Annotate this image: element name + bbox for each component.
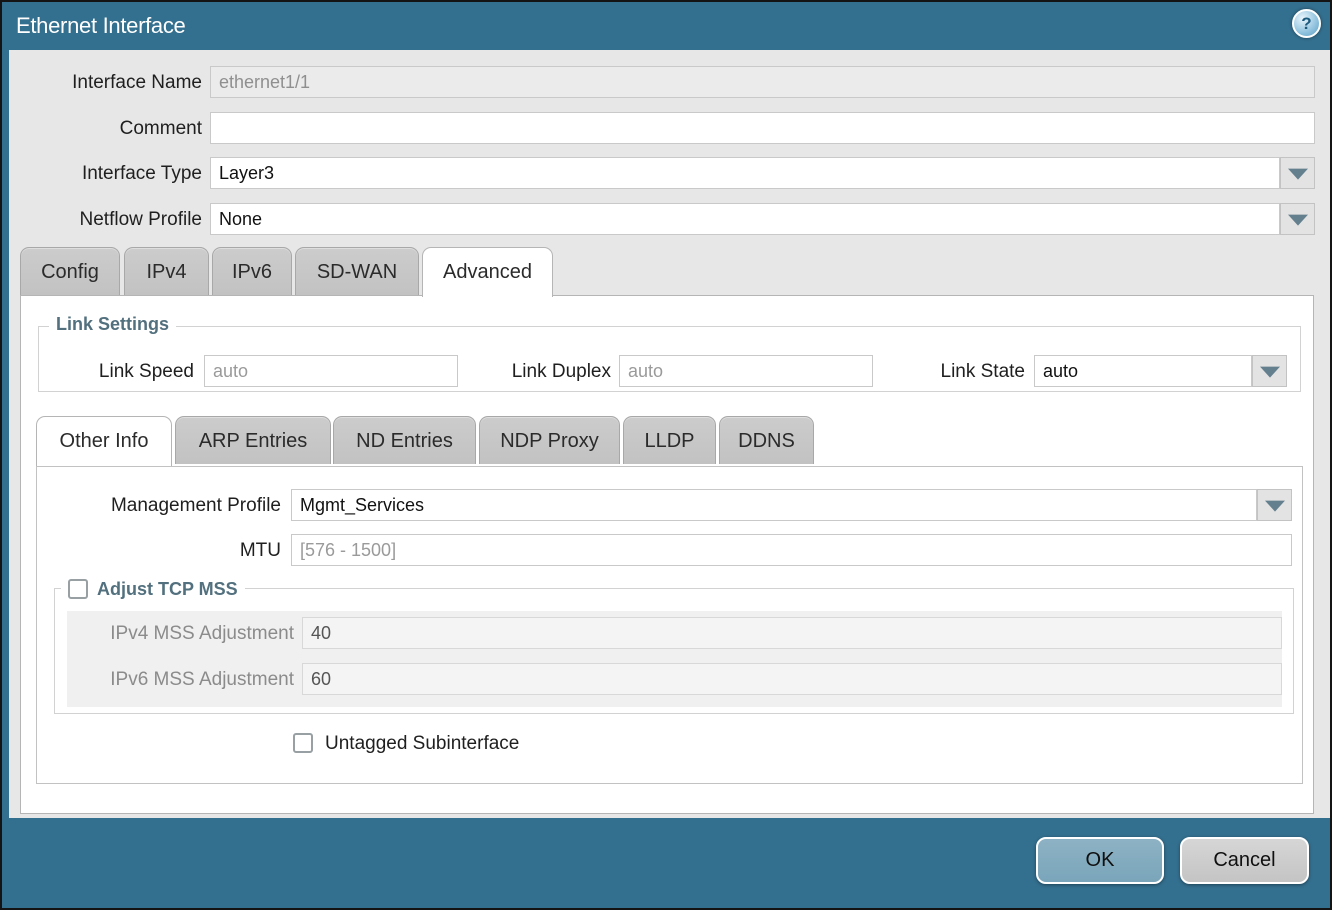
ipv4-mss-field xyxy=(302,617,1282,649)
dialog-title: Ethernet Interface xyxy=(16,2,185,50)
link-speed-label: Link Speed xyxy=(39,361,194,383)
other-info-panel: Management Profile MTU Adjust TCP MSS IP… xyxy=(36,466,1303,784)
footer-bar: OK Cancel xyxy=(2,818,1330,908)
interface-type-label: Interface Type xyxy=(2,163,202,185)
help-icon[interactable]: ? xyxy=(1292,9,1321,38)
tab-ipv4[interactable]: IPv4 xyxy=(124,247,209,295)
netflow-profile-select[interactable] xyxy=(210,203,1280,235)
tab-ipv6[interactable]: IPv6 xyxy=(212,247,292,295)
adjust-tcp-mss-fieldset: Adjust TCP MSS IPv4 MSS Adjustment IPv6 … xyxy=(54,588,1294,714)
mss-disabled-group: IPv4 MSS Adjustment IPv6 MSS Adjustment xyxy=(67,611,1282,707)
untagged-subinterface-label: Untagged Subinterface xyxy=(325,733,625,755)
ipv6-mss-label: IPv6 MSS Adjustment xyxy=(67,669,294,691)
title-bar: Ethernet Interface ? xyxy=(2,2,1330,50)
advanced-tab-panel: Link Settings Link Speed Link Duplex Lin… xyxy=(20,295,1314,814)
link-state-label: Link State xyxy=(897,361,1025,383)
cancel-button[interactable]: Cancel xyxy=(1180,837,1309,884)
comment-label: Comment xyxy=(2,118,202,140)
subtab-other-info[interactable]: Other Info xyxy=(36,416,172,466)
ipv6-mss-field xyxy=(302,663,1282,695)
adjust-tcp-mss-legend-text: Adjust TCP MSS xyxy=(97,579,238,599)
link-state-dropdown-icon[interactable] xyxy=(1252,355,1287,387)
link-settings-fieldset: Link Settings Link Speed Link Duplex Lin… xyxy=(38,326,1301,392)
adjust-tcp-mss-checkbox[interactable] xyxy=(68,579,88,599)
link-settings-legend: Link Settings xyxy=(49,314,176,335)
subtab-nd-entries[interactable]: ND Entries xyxy=(333,416,476,464)
comment-field[interactable] xyxy=(210,112,1315,144)
interface-name-field xyxy=(210,66,1315,98)
tab-config[interactable]: Config xyxy=(20,247,120,295)
ok-button[interactable]: OK xyxy=(1036,837,1164,884)
link-speed-field[interactable] xyxy=(204,355,458,387)
adjust-tcp-mss-legend: Adjust TCP MSS xyxy=(61,575,245,600)
interface-type-select[interactable] xyxy=(210,157,1280,189)
ipv4-mss-label: IPv4 MSS Adjustment xyxy=(67,623,294,645)
link-state-select[interactable] xyxy=(1034,355,1252,387)
subtab-lldp[interactable]: LLDP xyxy=(623,416,716,464)
netflow-profile-label: Netflow Profile xyxy=(2,209,202,231)
ethernet-interface-dialog: Ethernet Interface ? Interface Name Comm… xyxy=(0,0,1332,910)
management-profile-label: Management Profile xyxy=(67,495,281,517)
interface-type-dropdown-icon[interactable] xyxy=(1280,157,1315,189)
mtu-field[interactable] xyxy=(291,534,1292,566)
subtab-ndp-proxy[interactable]: NDP Proxy xyxy=(479,416,620,464)
link-duplex-field[interactable] xyxy=(619,355,873,387)
link-duplex-label: Link Duplex xyxy=(469,361,611,383)
mtu-label: MTU xyxy=(67,540,281,562)
interface-name-label: Interface Name xyxy=(2,72,202,94)
tab-advanced[interactable]: Advanced xyxy=(422,247,553,297)
subtab-ddns[interactable]: DDNS xyxy=(719,416,814,464)
management-profile-dropdown-icon[interactable] xyxy=(1257,489,1292,521)
tab-sdwan[interactable]: SD-WAN xyxy=(295,247,419,295)
netflow-profile-dropdown-icon[interactable] xyxy=(1280,203,1315,235)
subtab-arp-entries[interactable]: ARP Entries xyxy=(175,416,331,464)
management-profile-select[interactable] xyxy=(291,489,1257,521)
untagged-subinterface-checkbox[interactable] xyxy=(293,733,313,753)
